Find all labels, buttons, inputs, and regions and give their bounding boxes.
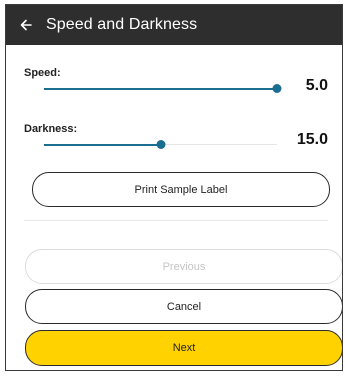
darkness-value: 15.0 [296,131,328,148]
cancel-button[interactable]: Cancel [25,289,342,324]
darkness-slider-fill [44,144,161,146]
darkness-label: Darkness: [24,123,78,135]
next-button[interactable]: Next [25,330,342,366]
speed-slider[interactable] [44,84,282,94]
speed-label: Speed: [24,67,61,79]
darkness-slider-thumb[interactable] [156,140,165,149]
section-divider [24,220,328,221]
speed-slider-fill [44,88,277,90]
app-bar: Speed and Darkness [6,5,342,45]
arrow-left-icon[interactable] [20,19,32,31]
page-title: Speed and Darkness [46,16,198,33]
speed-slider-thumb[interactable] [272,84,282,93]
print-sample-label-button[interactable]: Print Sample Label [32,172,330,207]
speed-darkness-screen: Speed and Darkness Speed: 5.0 Darkness: … [5,4,343,371]
previous-button[interactable]: Previous [25,249,342,284]
speed-value: 5.0 [305,77,328,94]
darkness-slider[interactable] [44,140,277,150]
